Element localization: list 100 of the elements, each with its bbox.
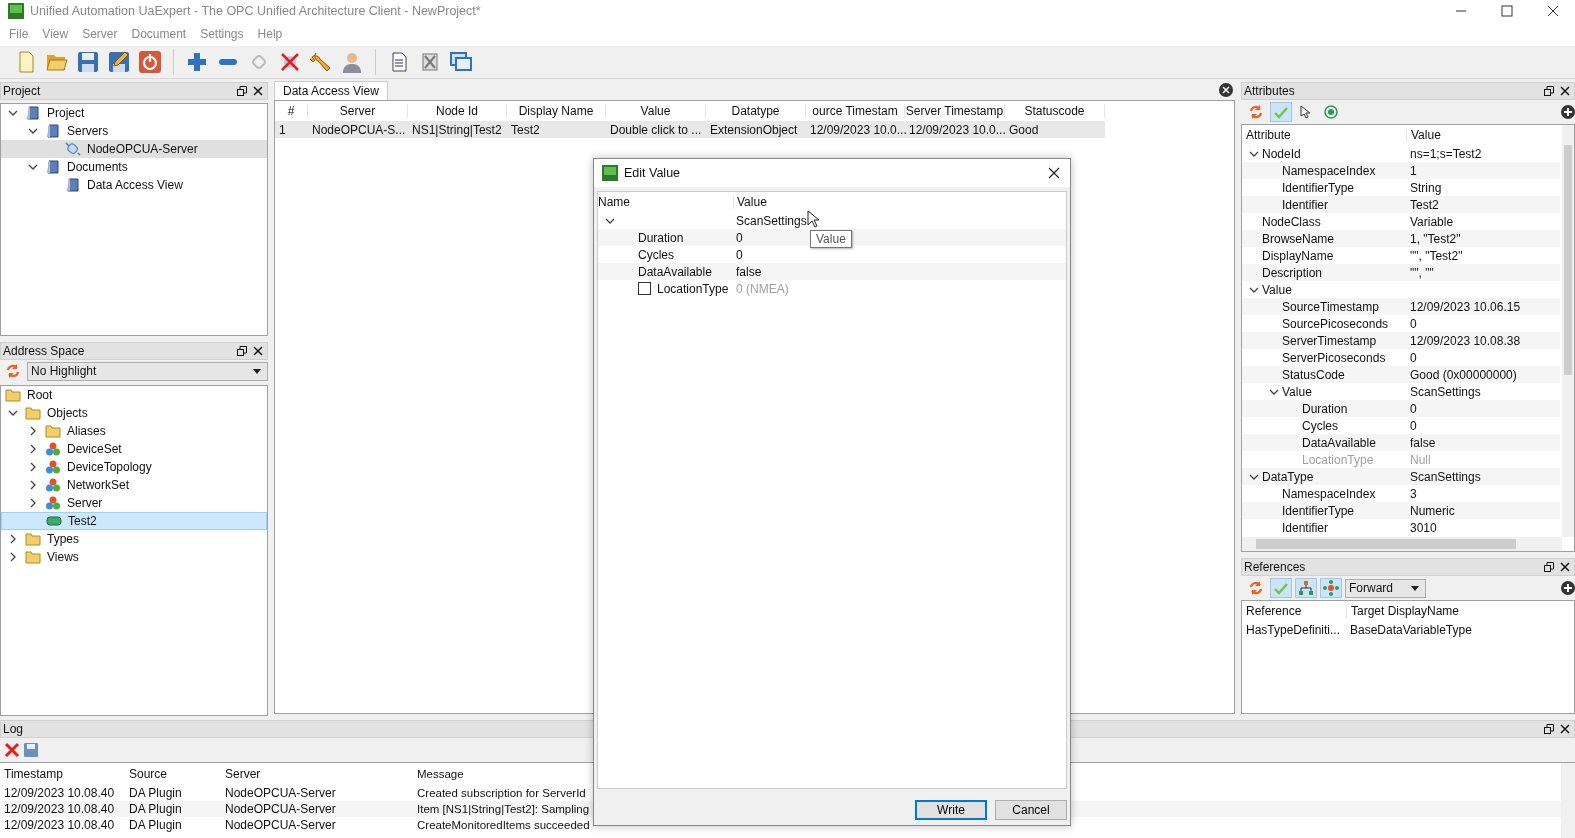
write-button[interactable]: Write bbox=[915, 800, 987, 820]
column-header[interactable]: Value bbox=[1406, 128, 1441, 142]
tree-item[interactable]: Objects bbox=[1, 404, 267, 422]
chevron-right-icon[interactable] bbox=[8, 552, 18, 562]
chevron-right-icon[interactable] bbox=[28, 462, 38, 472]
network-icon[interactable] bbox=[1320, 578, 1342, 598]
column-header[interactable]: Server bbox=[308, 104, 408, 118]
menu-item[interactable]: Server bbox=[75, 25, 125, 43]
tree-item[interactable]: Project bbox=[1, 104, 267, 122]
tree-item[interactable]: DeviceSet bbox=[1, 440, 267, 458]
menu-item[interactable]: Settings bbox=[193, 25, 251, 43]
tab[interactable]: Data Access View bbox=[274, 81, 388, 100]
chevron-right-icon[interactable] bbox=[8, 534, 18, 544]
column-header[interactable]: # bbox=[275, 104, 308, 118]
tree-item[interactable]: NodeOPCUA-Server bbox=[1, 140, 267, 158]
add-icon[interactable] bbox=[1561, 581, 1575, 595]
close-icon[interactable] bbox=[1219, 83, 1233, 97]
scrollbar[interactable] bbox=[1562, 125, 1574, 537]
table-cell-text: Item [NS1|String|Test2]: Sampling bbox=[416, 803, 590, 815]
field-value[interactable]: 0 bbox=[733, 247, 743, 262]
column-header[interactable]: Attribute bbox=[1242, 128, 1406, 142]
tree-item[interactable]: NetworkSet bbox=[1, 476, 267, 494]
menu-item[interactable]: Document bbox=[124, 25, 194, 43]
panel-title: Address Space bbox=[3, 344, 85, 358]
chevron-right-icon[interactable] bbox=[28, 444, 38, 454]
float-icon[interactable] bbox=[1544, 724, 1554, 734]
column-header[interactable]: Message bbox=[413, 768, 464, 780]
column-header[interactable]: Name bbox=[598, 195, 733, 209]
close-icon[interactable] bbox=[1560, 724, 1570, 734]
attribute-value: Null bbox=[1409, 452, 1431, 467]
delete-icon[interactable] bbox=[4, 742, 20, 758]
float-icon[interactable] bbox=[1544, 562, 1554, 572]
column-header[interactable]: Datatype bbox=[706, 104, 806, 118]
tree-item[interactable]: Test2 bbox=[1, 512, 267, 530]
float-icon[interactable] bbox=[1544, 86, 1554, 96]
column-header[interactable]: Server Timestamp bbox=[905, 104, 1005, 118]
dialog-title: Edit Value bbox=[624, 166, 681, 180]
menu-item[interactable]: Help bbox=[250, 25, 290, 43]
field-value[interactable]: ScanSettings bbox=[733, 213, 807, 228]
float-icon[interactable] bbox=[237, 86, 247, 96]
tree-item[interactable]: DeviceTopology bbox=[1, 458, 267, 476]
field-value[interactable]: false bbox=[733, 264, 762, 279]
scrollbar[interactable] bbox=[1242, 537, 1562, 551]
tree-item[interactable]: Root bbox=[1, 386, 267, 404]
column-header[interactable]: Target DisplayName bbox=[1346, 604, 1460, 618]
close-icon[interactable] bbox=[1547, 5, 1559, 17]
tree-item[interactable]: Aliases bbox=[1, 422, 267, 440]
chevron-right-icon[interactable] bbox=[28, 480, 38, 490]
tree-item[interactable]: Data Access View bbox=[1, 176, 267, 194]
chevron-down-icon[interactable] bbox=[28, 162, 38, 172]
close-icon[interactable] bbox=[1048, 167, 1060, 179]
float-icon[interactable] bbox=[237, 346, 247, 356]
save-icon[interactable] bbox=[76, 50, 100, 74]
tree-item[interactable]: Server bbox=[1, 494, 267, 512]
column-header[interactable]: Node Id bbox=[408, 104, 507, 118]
menu-item[interactable]: File bbox=[2, 25, 36, 43]
chevron-down-icon[interactable] bbox=[28, 126, 38, 136]
column-header[interactable]: Display Name bbox=[507, 104, 606, 118]
column-header[interactable]: Value bbox=[606, 104, 706, 118]
chevron-down-icon[interactable] bbox=[8, 108, 18, 118]
tree-item[interactable]: Types bbox=[1, 530, 267, 548]
tree-item[interactable]: Views bbox=[1, 548, 267, 566]
tree-item[interactable]: Servers bbox=[1, 122, 267, 140]
field-value[interactable]: 0 bbox=[733, 230, 743, 245]
column-header[interactable]: Reference bbox=[1242, 604, 1346, 618]
chevron-down-icon[interactable] bbox=[8, 408, 18, 418]
column-header[interactable]: ource Timestam bbox=[806, 104, 905, 118]
tree-item[interactable]: Documents bbox=[1, 158, 267, 176]
chevron-right-icon[interactable] bbox=[28, 498, 38, 508]
save-as-icon[interactable] bbox=[107, 50, 131, 74]
attribute-value: Numeric bbox=[1409, 503, 1455, 518]
table-cell-text: Created subscription for ServerId bbox=[416, 787, 586, 799]
column-header[interactable]: Timestamp bbox=[0, 767, 125, 781]
check-icon[interactable] bbox=[1270, 102, 1292, 122]
column-header[interactable]: Source bbox=[125, 767, 221, 781]
user-icon[interactable] bbox=[340, 50, 364, 74]
save-icon[interactable] bbox=[23, 742, 39, 758]
column-header[interactable]: Value bbox=[733, 195, 767, 209]
windows-icon[interactable] bbox=[449, 50, 473, 74]
close-icon[interactable] bbox=[253, 346, 263, 356]
highlight-dropdown[interactable]: No Highlight bbox=[27, 361, 268, 381]
check-icon[interactable] bbox=[1270, 578, 1292, 598]
cancel-button[interactable]: Cancel bbox=[995, 800, 1067, 820]
tooltip: Value bbox=[810, 230, 852, 248]
table-row[interactable]: 1 NodeOPCUA-S... NS1|String|Test2 Test2 Double click to ... ExtensionObject 12/09/2023 10.0... 12/09/2023 10.0... Good bbox=[275, 121, 1105, 138]
close-icon[interactable] bbox=[253, 86, 263, 96]
hierarchy-icon[interactable] bbox=[1295, 578, 1317, 598]
close-icon[interactable] bbox=[1560, 86, 1570, 96]
plus-icon[interactable] bbox=[185, 50, 209, 74]
attribute-name: SourcePicoseconds bbox=[1282, 316, 1389, 331]
close-icon[interactable] bbox=[1560, 562, 1570, 572]
scrollbar[interactable] bbox=[1561, 763, 1575, 838]
maximize-icon[interactable] bbox=[1501, 5, 1513, 17]
menu-item[interactable]: View bbox=[35, 25, 76, 43]
power-icon[interactable] bbox=[138, 50, 162, 74]
add-icon[interactable] bbox=[1561, 105, 1575, 119]
direction-dropdown[interactable]: Forward bbox=[1345, 578, 1426, 598]
column-header[interactable]: Statuscode bbox=[1005, 104, 1105, 118]
column-header[interactable]: Server bbox=[221, 767, 413, 781]
chevron-right-icon[interactable] bbox=[28, 426, 38, 436]
